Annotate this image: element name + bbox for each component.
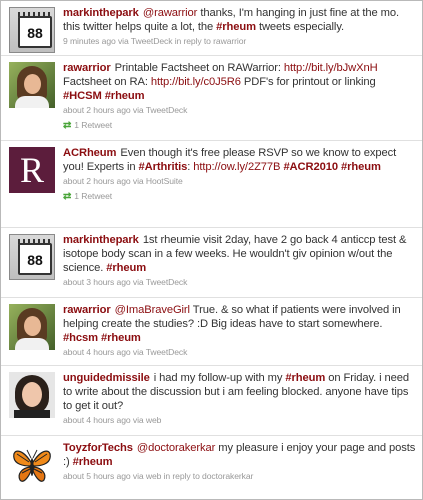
- tweet-username[interactable]: rawarrior: [63, 304, 111, 316]
- tweet-meta: 9 minutes ago via TweetDeck in reply to …: [63, 35, 416, 47]
- tweet-text: tweets especially.: [255, 21, 344, 33]
- tweet-meta[interactable]: about 4 hours ago via TweetDeck: [63, 346, 416, 358]
- tweet-hashtag[interactable]: #rheum: [73, 456, 113, 468]
- tweet-meta: about 5 hours ago via web in reply to do…: [63, 470, 416, 482]
- avatar[interactable]: [9, 442, 55, 488]
- tweet-timestamp[interactable]: 9 minutes ago: [63, 36, 116, 46]
- timeline: 88 markinthepark @rawarrior thanks, I'm h…: [0, 0, 423, 500]
- tweet-reply-link[interactable]: in reply to doctorakerkar: [164, 471, 254, 481]
- tweet-body: ACRheum Even though it's free please RSVP…: [63, 146, 416, 204]
- tweet-text: Printable Factsheet on RAWarrior:: [114, 62, 284, 74]
- tweet-link[interactable]: http://ow.ly/2Z77B: [193, 161, 280, 173]
- tweet-link[interactable]: http://bit.ly/bJwXnH: [284, 62, 378, 74]
- tweet-item: 88 markinthepark @rawarrior thanks, I'm h…: [1, 1, 422, 56]
- avatar[interactable]: [9, 304, 55, 350]
- avatar[interactable]: 88: [9, 234, 55, 280]
- tweet-meta[interactable]: about 2 hours ago via HootSuite: [63, 175, 416, 187]
- acr-logo-icon: R: [19, 150, 44, 190]
- tweet-body: ToyzforTechs @doctorakerkar my pleasure i…: [63, 441, 416, 482]
- tweet-item: 88 markinthepark 1st rheumie visit 2day, …: [1, 228, 422, 298]
- tweet-body: markinthepark @rawarrior thanks, I'm hang…: [63, 6, 416, 47]
- tweet-hashtag[interactable]: #rheum: [101, 332, 141, 344]
- tweet-username[interactable]: ToyzforTechs: [63, 442, 133, 454]
- tweet-reply-link[interactable]: in reply to rawarrior: [175, 36, 247, 46]
- tweet-hashtag[interactable]: #Arthritis: [139, 161, 188, 173]
- tweet-mention[interactable]: @ImaBraveGirl: [115, 304, 190, 316]
- butterfly-icon: [13, 449, 51, 482]
- calendar-icon: 88: [18, 12, 52, 48]
- tweet-username[interactable]: ACRheum: [63, 147, 116, 159]
- tweet-link[interactable]: http://bit.ly/c0J5R6: [151, 76, 241, 88]
- tweet-text: Factsheet on RA:: [63, 76, 151, 88]
- tweet-body: unguidedmissile i had my follow-up with m…: [63, 371, 416, 426]
- tweet-body: markinthepark 1st rheumie visit 2day, hav…: [63, 233, 416, 288]
- tweet-timestamp[interactable]: about 5 hours ago: [63, 471, 131, 481]
- tweet-mention[interactable]: @rawarrior: [143, 7, 198, 19]
- calendar-icon: 88: [18, 239, 52, 275]
- tweet-item: R ACRheum Even though it's free please RS…: [1, 141, 422, 228]
- tweet-username[interactable]: markinthepark: [63, 7, 139, 19]
- tweet-hashtag[interactable]: #rheum: [105, 90, 145, 102]
- tweet-meta[interactable]: about 4 hours ago via web: [63, 414, 416, 426]
- tweet-item: unguidedmissile i had my follow-up with m…: [1, 366, 422, 436]
- tweet-username[interactable]: unguidedmissile: [63, 372, 150, 384]
- avatar[interactable]: [9, 62, 55, 108]
- tweet-hashtag[interactable]: #rheum: [216, 21, 256, 33]
- tweet-source: via web: [130, 471, 164, 481]
- tweet-hashtag[interactable]: #HCSM: [63, 90, 102, 102]
- tweet-mention[interactable]: @doctorakerkar: [137, 442, 215, 454]
- tweet-body: rawarrior @ImaBraveGirl True. & so what i…: [63, 303, 416, 358]
- tweet-item: rawarrior @ImaBraveGirl True. & so what i…: [1, 298, 422, 366]
- tweet-item: rawarrior Printable Factsheet on RAWarrio…: [1, 56, 422, 141]
- tweet-hashtag[interactable]: #rheum: [106, 262, 146, 274]
- tweet-hashtag[interactable]: #ACR2010: [283, 161, 338, 173]
- retweet-count[interactable]: ⇄ 1 Retweet: [63, 118, 416, 133]
- tweet-hashtag[interactable]: #rheum: [341, 161, 381, 173]
- avatar[interactable]: 88: [9, 7, 55, 53]
- tweet-username[interactable]: markinthepark: [63, 234, 139, 246]
- tweet-source: via TweetDeck: [115, 36, 175, 46]
- tweet-text: i had my follow-up with my: [153, 372, 286, 384]
- avatar[interactable]: [9, 372, 55, 418]
- tweet-item: ToyzforTechs @doctorakerkar my pleasure i…: [1, 436, 422, 499]
- retweet-icon: ⇄: [63, 120, 72, 131]
- tweet-meta[interactable]: about 2 hours ago via TweetDeck: [63, 104, 416, 116]
- avatar[interactable]: R: [9, 147, 55, 193]
- tweet-username[interactable]: rawarrior: [63, 62, 111, 74]
- retweet-icon: ⇄: [63, 191, 72, 202]
- tweet-meta[interactable]: about 3 hours ago via TweetDeck: [63, 276, 416, 288]
- tweet-text: PDF's for printout or linking: [240, 76, 376, 88]
- tweet-body: rawarrior Printable Factsheet on RAWarrio…: [63, 61, 416, 133]
- tweet-hashtag[interactable]: #rheum: [285, 372, 325, 384]
- retweet-count[interactable]: ⇄ 1 Retweet: [63, 189, 416, 204]
- tweet-hashtag[interactable]: #hcsm: [63, 332, 98, 344]
